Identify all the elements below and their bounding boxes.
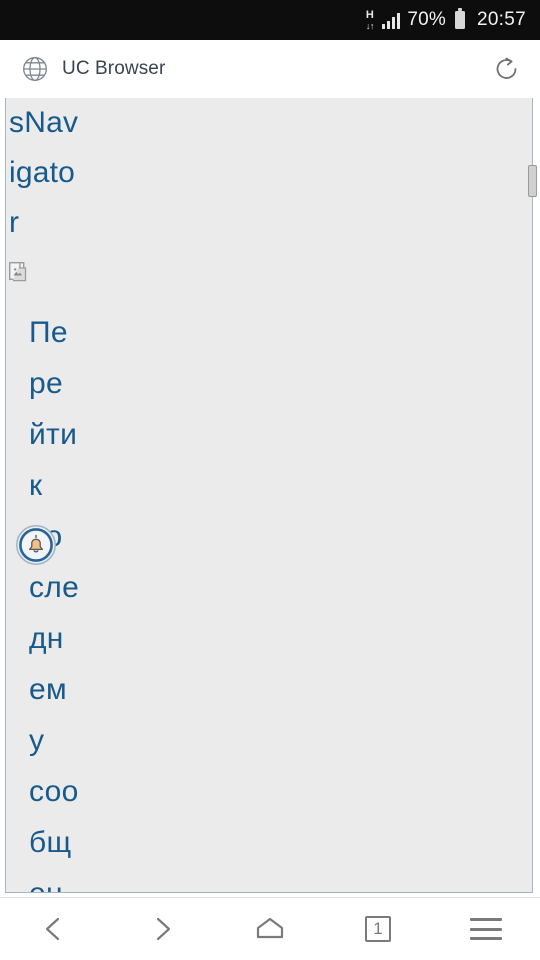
battery-percent-label: 70% [407,9,446,30]
phone-screen: H ↓↑ 70% 20:57 UC Browser sNav igato r П… [0,0,540,960]
network-type-icon: H ↓↑ [365,8,375,31]
broken-image-icon [8,256,27,289]
link-line[interactable]: к [29,461,532,512]
menu-button[interactable] [432,898,540,960]
bell-notification-icon[interactable] [15,524,57,566]
link-line[interactable]: соо [29,767,532,818]
browser-top-bar: UC Browser [0,40,540,98]
link-line[interactable]: сле [29,563,532,614]
globe-icon [22,56,48,82]
web-page-viewport[interactable]: sNav igato r Пе ре йти к сле дн ем у соо… [0,98,540,897]
link-line[interactable]: дн [29,614,532,665]
heading-line: igato [9,156,76,189]
signal-bars-icon [381,12,401,29]
network-data-arrows: ↓↑ [365,20,375,31]
link-line[interactable]: ре [29,359,532,410]
link-line[interactable]: ем [29,665,532,716]
tab-count-badge: 1 [365,916,391,942]
status-bar-clock: 20:57 [476,9,526,30]
tabs-button[interactable]: 1 [324,898,432,960]
forward-button[interactable] [108,898,216,960]
network-type-letter: H [365,8,374,21]
vertical-scrollbar-thumb[interactable] [528,165,537,197]
status-bar-icons: H ↓↑ 70% 20:57 [365,8,526,31]
refresh-button[interactable] [492,54,522,84]
status-bar: H ↓↑ 70% 20:57 [0,0,540,40]
tab-count-label: 1 [373,919,383,938]
heading-wrapped-text: sNav igato r [6,98,532,248]
link-line[interactable]: по [29,512,532,563]
battery-icon [454,8,465,29]
heading-line: r [9,206,20,239]
back-button[interactable] [0,898,108,960]
browser-bottom-bar: 1 [0,897,540,960]
hamburger-menu-icon [470,918,502,940]
link-line[interactable]: ен [29,869,532,892]
heading-line: sNav [9,106,79,139]
home-button[interactable] [216,898,324,960]
link-line[interactable]: у [29,716,532,767]
page-title: UC Browser [62,58,166,79]
link-line[interactable]: бщ [29,818,532,869]
link-line[interactable]: Пе [29,308,532,359]
page-body[interactable]: sNav igato r Пе ре йти к сле дн ем у соо… [5,98,533,893]
link-line[interactable]: йти [29,410,532,461]
link-wrapped-text[interactable]: Пе ре йти к по сле дн ем у соо бщ ен [6,308,532,892]
